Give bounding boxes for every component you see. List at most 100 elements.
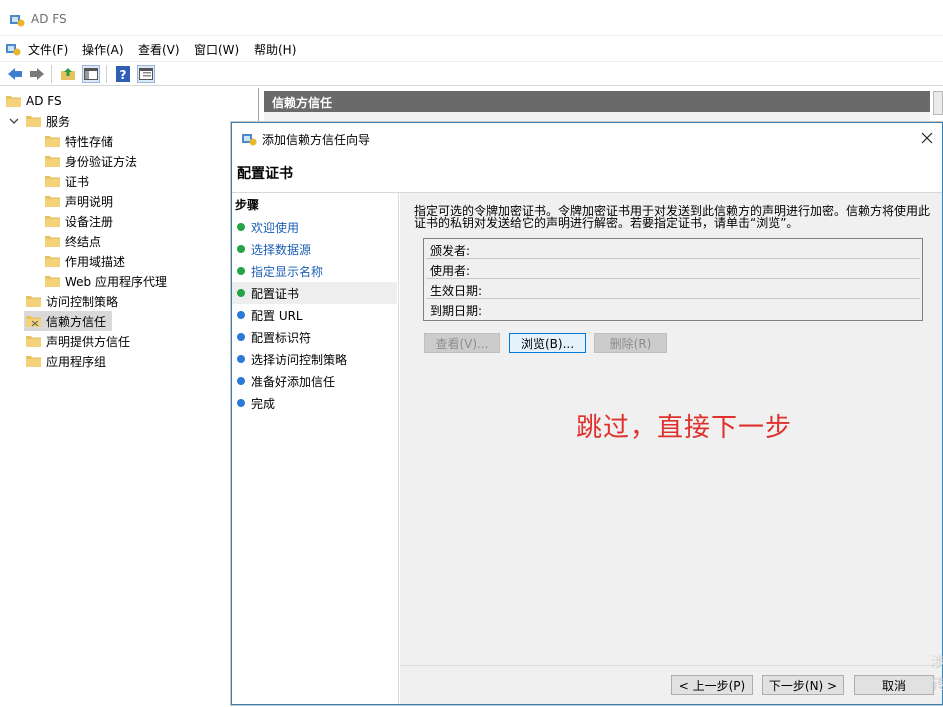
tree-item-service[interactable]: 服务: [26, 111, 70, 131]
tree-item-relying-party-trusts[interactable]: 信赖方信任: [24, 311, 112, 331]
help-icon[interactable]: ?: [114, 65, 132, 83]
tree-item-adfs[interactable]: AD FS: [6, 91, 62, 111]
forward-arrow-icon[interactable]: [28, 65, 46, 83]
wizard-title: 添加信赖方信任向导: [262, 133, 371, 147]
folder-icon: [45, 255, 60, 267]
step-finish: 完成: [232, 392, 397, 414]
results-pane-header: 信赖方信任: [264, 91, 930, 112]
window-title: AD FS: [31, 12, 67, 26]
menu-help[interactable]: 帮助(H): [254, 41, 296, 58]
folder-icon: [45, 215, 60, 227]
folder-icon: [26, 335, 41, 347]
step-pending-dot-icon: [237, 355, 245, 363]
step-label: 配置 URL: [251, 308, 303, 323]
step-pending-dot-icon: [237, 333, 245, 341]
tree-item-label: 终结点: [65, 234, 102, 249]
console-tree: AD FS 服务 特性存储 身份验证方法 证书 声明说明 设备注册 终结点 作用…: [0, 88, 259, 705]
step-label: 完成: [251, 396, 276, 411]
tree-item-access-control-policies[interactable]: 访问控制策略: [26, 291, 118, 311]
tree-item-endpoints[interactable]: 终结点: [45, 231, 101, 251]
back-arrow-icon[interactable]: [6, 65, 24, 83]
browse-certificate-button[interactable]: 浏览(B)...: [509, 333, 586, 353]
back-button[interactable]: < 上一步(P): [671, 675, 753, 695]
step-select-data-source[interactable]: 选择数据源: [232, 238, 397, 260]
step-label: 选择数据源: [251, 242, 312, 257]
folder-icon: [45, 235, 60, 247]
tree-item-label: 访问控制策略: [46, 294, 119, 309]
step-label: 准备好添加信任: [251, 374, 336, 389]
annotation-text: 跳过，直接下一步: [576, 413, 793, 443]
step-welcome[interactable]: 欢迎使用: [232, 216, 397, 238]
tree-item-label: 身份验证方法: [65, 154, 138, 169]
toolbar-separator: [51, 65, 52, 83]
adfs-app-icon: [9, 12, 25, 31]
tree-item-claims-provider-trusts[interactable]: 声明提供方信任: [26, 331, 130, 351]
folder-icon: [45, 175, 60, 187]
step-complete-dot-icon: [237, 223, 245, 231]
tree-item-label: 信赖方信任: [46, 314, 107, 329]
step-label: 配置标识符: [251, 330, 312, 345]
next-button[interactable]: 下一步(N) >: [762, 675, 844, 695]
tree-item-label: 服务: [46, 114, 71, 129]
folder-icon: [45, 195, 60, 207]
divider: [426, 298, 920, 299]
svg-text:?: ?: [120, 68, 127, 82]
cert-issuer-label: 颁发者:: [430, 244, 471, 258]
tree-item-label: 声明说明: [65, 194, 114, 209]
wizard-footer: < 上一步(P) 下一步(N) > 取消: [400, 665, 942, 704]
folder-icon: [45, 275, 60, 287]
tree-item-application-groups[interactable]: 应用程序组: [26, 351, 106, 371]
tree-item-claim-descriptions[interactable]: 声明说明: [45, 191, 113, 211]
toolbar: ?: [0, 61, 943, 86]
show-hide-tree-icon[interactable]: [82, 65, 100, 83]
step-label: 欢迎使用: [251, 220, 300, 235]
tree-item-label: 作用域描述: [65, 254, 126, 269]
folder-icon: [45, 155, 60, 167]
folder-icon: [45, 135, 60, 147]
toolbar-separator: [106, 65, 107, 83]
tree-item-label: 特性存储: [65, 134, 114, 149]
tree-item-label: AD FS: [26, 94, 62, 108]
step-label: 选择访问控制策略: [251, 352, 348, 367]
step-label: 配置证书: [251, 286, 300, 301]
actions-pane-edge: [933, 91, 943, 115]
mmc-system-menu-icon[interactable]: [5, 41, 21, 60]
folder-icon: [26, 355, 41, 367]
tree-item-attribute-stores[interactable]: 特性存储: [45, 131, 113, 151]
watermark-text: 涉 转: [931, 655, 943, 693]
folder-icon: [26, 115, 41, 127]
cancel-button[interactable]: 取消: [854, 675, 934, 695]
certificate-info-box: 颁发者: 使用者: 生效日期: 到期日期:: [423, 238, 923, 321]
chevron-down-icon[interactable]: [9, 115, 19, 129]
tree-item-label: Web 应用程序代理: [65, 274, 167, 289]
tree-item-scope-descriptions[interactable]: 作用域描述: [45, 251, 125, 271]
tree-item-certificates[interactable]: 证书: [45, 171, 89, 191]
divider: [426, 258, 920, 259]
step-choose-access-control-policy: 选择访问控制策略: [232, 348, 397, 370]
tree-item-label: 应用程序组: [46, 354, 107, 369]
cert-expiration-date-label: 到期日期:: [430, 304, 483, 318]
step-specify-display-name[interactable]: 指定显示名称: [232, 260, 397, 282]
step-configure-certificate: 配置证书: [232, 282, 397, 304]
up-folder-icon[interactable]: [59, 65, 77, 83]
step-pending-dot-icon: [237, 377, 245, 385]
add-relying-party-trust-wizard: 添加信赖方信任向导 配置证书 步骤 欢迎使用 选择数据源 指定显示名称 配置证书…: [231, 122, 943, 705]
close-icon[interactable]: [917, 128, 937, 148]
wizard-page-heading: 配置证书: [237, 166, 293, 182]
step-configure-identifiers: 配置标识符: [232, 326, 397, 348]
tree-item-authentication-methods[interactable]: 身份验证方法: [45, 151, 137, 171]
steps-title: 步骤: [235, 198, 260, 212]
cert-subject-label: 使用者:: [430, 264, 471, 278]
menu-file[interactable]: 文件(F): [28, 41, 68, 58]
view-certificate-button: 查看(V)...: [424, 333, 500, 353]
tree-item-web-application-proxy[interactable]: Web 应用程序代理: [45, 271, 167, 291]
menu-action[interactable]: 操作(A): [82, 41, 124, 58]
step-complete-dot-icon: [237, 267, 245, 275]
menu-window[interactable]: 窗口(W): [194, 41, 239, 58]
menu-view[interactable]: 查看(V): [138, 41, 180, 58]
tree-item-device-registration[interactable]: 设备注册: [45, 211, 113, 231]
step-configure-url: 配置 URL: [232, 304, 397, 326]
step-complete-dot-icon: [237, 245, 245, 253]
show-hide-action-pane-icon[interactable]: [137, 65, 155, 83]
remove-certificate-button: 删除(R): [594, 333, 667, 353]
